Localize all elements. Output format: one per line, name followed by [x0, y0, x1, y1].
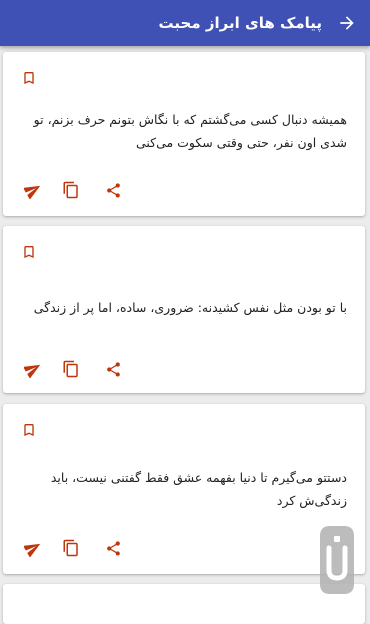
app-bar: پیامک های ابراز محبت	[0, 0, 370, 46]
store-badge-icon	[314, 522, 360, 598]
copy-icon	[63, 360, 78, 378]
send-button[interactable]	[20, 356, 46, 382]
copy-button[interactable]	[58, 535, 84, 561]
send-button[interactable]	[20, 177, 46, 203]
bookmark-button[interactable]	[19, 420, 39, 440]
share-button[interactable]	[100, 356, 126, 382]
bookmark-button[interactable]	[19, 68, 39, 88]
bookmark-button[interactable]	[19, 242, 39, 262]
share-button[interactable]	[100, 177, 126, 203]
copy-icon	[63, 539, 78, 557]
message-card: دستتو می‌گیرم تا دنیا بفهمه عشق فقط گفتن…	[3, 404, 365, 574]
send-icon	[24, 543, 41, 557]
send-button[interactable]	[20, 535, 46, 561]
share-icon	[106, 361, 120, 377]
share-icon	[106, 182, 120, 198]
copy-button[interactable]	[58, 356, 84, 382]
bookmark-icon	[24, 246, 34, 258]
page-title: پیامک های ابراز محبت	[158, 14, 322, 32]
message-text: با تو بودن مثل نفس کشیدنه: ضروری، ساده، …	[33, 300, 347, 315]
send-icon	[24, 185, 41, 199]
back-button[interactable]	[332, 8, 362, 38]
message-card	[3, 584, 365, 624]
bookmark-icon	[24, 72, 34, 84]
share-button[interactable]	[100, 535, 126, 561]
message-card: با تو بودن مثل نفس کشیدنه: ضروری، ساده، …	[3, 226, 365, 393]
message-card: همیشه دنبال کسی می‌گشتم که با نگاش بتونم…	[3, 52, 365, 216]
arrow-right-icon	[340, 16, 354, 30]
send-icon	[24, 364, 41, 378]
share-icon	[106, 540, 120, 556]
message-text: همیشه دنبال کسی می‌گشتم که با نگاش بتونم…	[33, 112, 347, 150]
copy-button[interactable]	[58, 177, 84, 203]
bookmark-icon	[24, 424, 34, 436]
message-text: دستتو می‌گیرم تا دنیا بفهمه عشق فقط گفتن…	[50, 470, 347, 508]
copy-icon	[63, 181, 78, 199]
